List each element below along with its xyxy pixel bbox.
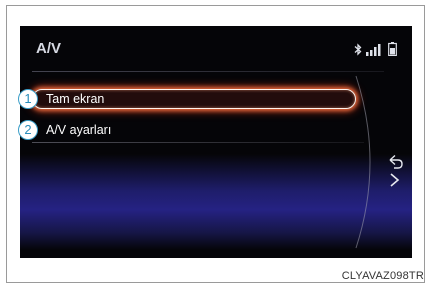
back-button[interactable] [382, 154, 408, 192]
callout-2: 2 [18, 120, 38, 140]
bluetooth-icon [354, 43, 362, 56]
battery-icon [388, 42, 397, 56]
header-divider [32, 71, 384, 72]
figure-caption: CLYAVAZ098TR [341, 270, 424, 282]
item-divider [32, 142, 364, 143]
av-screen: A/V Tam ekran A/V ayarları [20, 26, 412, 258]
signal-bars-icon [366, 44, 381, 56]
status-bar [354, 42, 402, 56]
callout-1: 1 [18, 89, 38, 109]
menu-item-av-settings[interactable]: A/V ayarları [32, 120, 356, 140]
menu-item-full-screen[interactable]: Tam ekran [32, 89, 356, 109]
screen-title: A/V [36, 40, 62, 57]
back-arrow-icon [389, 154, 403, 187]
